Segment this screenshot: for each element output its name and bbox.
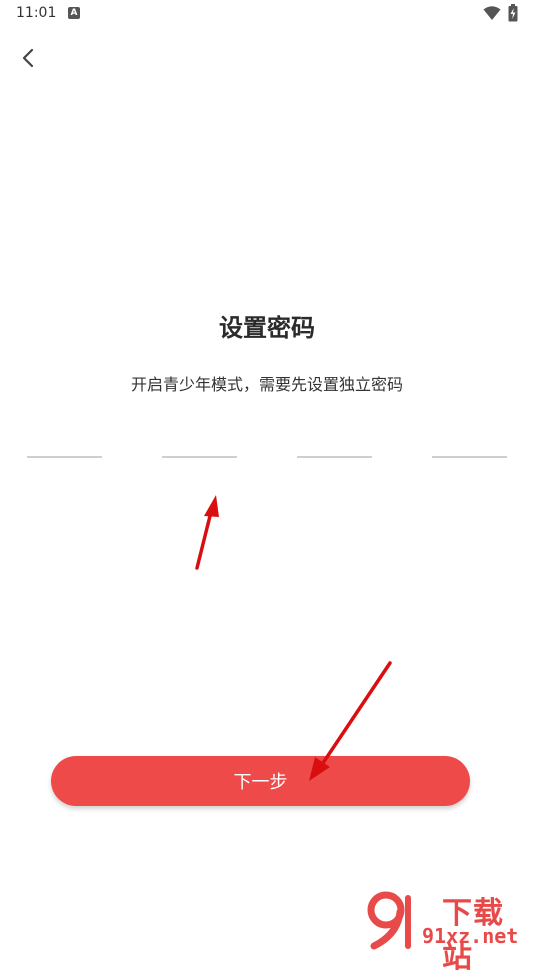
back-button[interactable] [14,44,44,74]
watermark: 下载站 91xz.net [360,888,534,975]
battery-charging-icon [508,4,518,22]
wifi-icon [483,6,501,20]
status-time: 11:01 [16,5,57,21]
status-bar: 11:01 A [0,0,534,28]
chevron-left-icon [22,48,34,68]
annotation-arrows [195,495,392,781]
arrow-to-pin-icon [195,495,219,570]
watermark-url: 91xz.net [422,924,519,948]
pin-slot-4[interactable] [432,418,511,458]
pin-slot-3[interactable] [297,418,376,458]
pin-input-1[interactable] [27,418,106,454]
next-button[interactable]: 下一步 [51,756,470,806]
page-subtitle: 开启青少年模式，需要先设置独立密码 [130,375,403,394]
a-notification-icon: A [68,7,80,19]
pin-input-2[interactable] [162,418,241,454]
pin-input-4[interactable] [432,418,511,454]
pin-slot-2[interactable] [162,418,241,458]
pin-slot-1[interactable] [27,418,106,458]
page-title: 设置密码 [219,314,315,342]
pin-input-3[interactable] [297,418,376,454]
